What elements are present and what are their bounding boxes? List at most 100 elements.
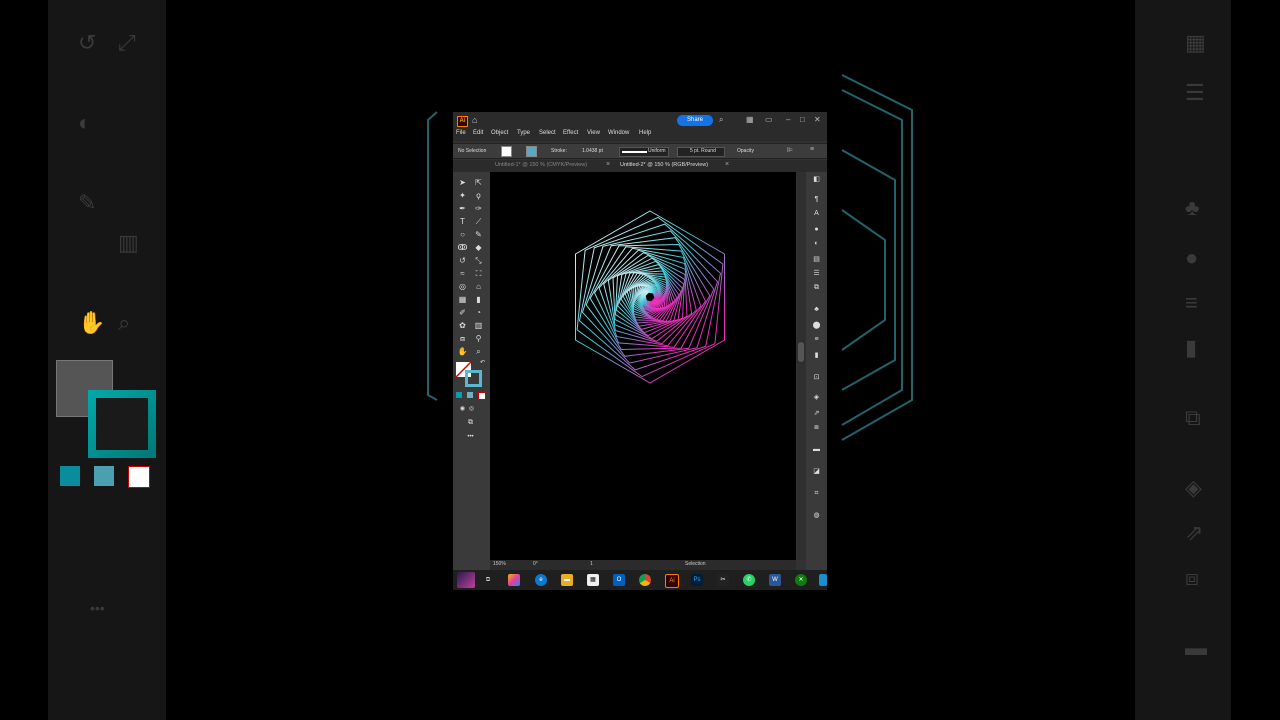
zoom-tool-icon[interactable]: ⌕ bbox=[473, 346, 484, 357]
brush-definition[interactable]: 5 pt. Round bbox=[677, 147, 725, 157]
edit-toolbar-icon[interactable]: ••• bbox=[465, 432, 476, 443]
links-icon[interactable]: ◪ bbox=[811, 466, 822, 477]
capcut-icon[interactable]: ✂ bbox=[717, 574, 729, 586]
line-tool-icon[interactable]: ⟋ bbox=[473, 216, 484, 227]
color-icon[interactable]: ● bbox=[811, 224, 822, 235]
none-mode-button[interactable] bbox=[478, 392, 486, 400]
layers-icon[interactable]: ◈ bbox=[811, 392, 822, 403]
curvature-tool-icon[interactable]: ✑ bbox=[473, 203, 484, 214]
lasso-icon[interactable]: ϙ bbox=[473, 190, 484, 201]
xbox-icon[interactable]: ✕ bbox=[795, 574, 807, 586]
stroke-panel-icon[interactable]: ≡ bbox=[811, 334, 822, 345]
transform-icon[interactable]: ⊡ bbox=[811, 372, 822, 383]
photoshop-icon[interactable]: Ps bbox=[691, 574, 703, 586]
type-tool-icon[interactable]: T bbox=[457, 216, 468, 227]
close-icon[interactable]: ✕ bbox=[814, 115, 821, 124]
width-tool-icon[interactable]: ≈ bbox=[457, 268, 468, 279]
swap-colors-icon[interactable]: ↶ bbox=[477, 358, 488, 369]
pen-tool-icon[interactable]: ✒ bbox=[457, 203, 468, 214]
edge-icon[interactable]: e bbox=[535, 574, 547, 586]
stroke-weight-field[interactable]: 1.0438 pt bbox=[582, 148, 603, 154]
overflow-app-icon[interactable] bbox=[819, 574, 827, 586]
search-icon[interactable]: ⌕ bbox=[719, 115, 723, 125]
eyedropper-icon[interactable]: ✐ bbox=[457, 307, 468, 318]
shaper-tool-icon[interactable]: ↂ bbox=[457, 242, 468, 253]
scale-tool-icon[interactable]: ⤡ bbox=[473, 255, 484, 266]
menu-effect[interactable]: Effect bbox=[563, 130, 578, 136]
comments-icon[interactable]: ▬ bbox=[811, 444, 822, 455]
word-icon[interactable]: W bbox=[769, 574, 781, 586]
fill-color-button[interactable] bbox=[501, 146, 512, 157]
rotate-tool-icon[interactable]: ↺ bbox=[457, 255, 468, 266]
libraries-icon[interactable]: ⌗ bbox=[811, 488, 822, 499]
artboard-number[interactable]: 1 bbox=[590, 561, 593, 567]
rotation-value[interactable]: 0° bbox=[533, 561, 538, 567]
menu-object[interactable]: Object bbox=[491, 130, 508, 136]
arrange-documents-icon[interactable]: ▦ bbox=[746, 115, 754, 124]
appearance-icon[interactable]: ⬤ bbox=[811, 320, 822, 331]
ellipse-tool-icon[interactable]: ○ bbox=[457, 229, 468, 240]
tab-untitled-1[interactable]: Untitled-1* @ 150 % (CMYK/Preview) bbox=[495, 162, 587, 168]
direct-selection-tool-icon[interactable]: ⇱ bbox=[473, 177, 484, 188]
task-view-icon[interactable]: ⧉ bbox=[482, 574, 494, 586]
color-mode-button[interactable] bbox=[456, 392, 462, 398]
opacity-label[interactable]: Opacity bbox=[737, 148, 754, 154]
mesh-tool-icon[interactable]: ▦ bbox=[457, 294, 468, 305]
image-trace-icon[interactable]: ◍ bbox=[811, 510, 822, 521]
copilot-icon[interactable] bbox=[508, 574, 520, 586]
symbols-icon[interactable]: ♣ bbox=[811, 304, 822, 315]
artboard-tool-icon[interactable]: ⧈ bbox=[457, 333, 468, 344]
free-transform-icon[interactable]: ⛶ bbox=[473, 268, 484, 279]
whatsapp-icon[interactable]: ✆ bbox=[743, 574, 755, 586]
artboards-panel-icon[interactable]: ⧈ bbox=[811, 422, 822, 433]
maximize-icon[interactable]: □ bbox=[800, 115, 805, 124]
menu-help[interactable]: Help bbox=[639, 130, 651, 136]
eraser-icon[interactable]: ◆ bbox=[473, 242, 484, 253]
menu-select[interactable]: Select bbox=[539, 130, 556, 136]
scroll-thumb[interactable] bbox=[798, 342, 804, 362]
spiral-hexagon-artwork[interactable] bbox=[490, 172, 796, 560]
transparency-icon[interactable]: ◐ bbox=[811, 238, 822, 249]
character-icon[interactable]: A bbox=[811, 208, 822, 219]
artboard-canvas[interactable] bbox=[490, 172, 796, 560]
illustrator-taskbar-icon[interactable]: Ai bbox=[665, 574, 679, 588]
menu-type[interactable]: Type bbox=[517, 130, 530, 136]
home-icon[interactable]: ⌂ bbox=[472, 115, 477, 125]
file-explorer-icon[interactable]: ▬ bbox=[561, 574, 573, 586]
asset-export-icon[interactable]: ⇗ bbox=[811, 408, 822, 419]
outlook-icon[interactable]: O bbox=[613, 574, 625, 586]
paintbrush-icon[interactable]: ✎ bbox=[473, 229, 484, 240]
close-tab-icon[interactable]: × bbox=[606, 161, 610, 168]
magic-wand-icon[interactable]: ✦ bbox=[457, 190, 468, 201]
stroke-color-button[interactable] bbox=[526, 146, 537, 157]
menu-view[interactable]: View bbox=[587, 130, 600, 136]
column-graph-icon[interactable]: ▥ bbox=[473, 320, 484, 331]
selection-tool-icon[interactable]: ➤ bbox=[457, 177, 468, 188]
chrome-icon[interactable] bbox=[639, 574, 651, 586]
gradient-tool-icon[interactable]: ▮ bbox=[473, 294, 484, 305]
menu-file[interactable]: File bbox=[456, 130, 466, 136]
screen-mode-icon[interactable]: ⧉ bbox=[465, 417, 476, 428]
store-icon[interactable]: ▦ bbox=[587, 574, 599, 586]
minimize-icon[interactable]: – bbox=[786, 115, 790, 124]
variable-width-profile[interactable]: Uniform bbox=[619, 147, 669, 157]
properties-icon[interactable]: ◧ bbox=[811, 174, 822, 185]
gradient-mode-button[interactable] bbox=[467, 392, 473, 398]
align-icon[interactable]: ⊫ bbox=[787, 146, 793, 154]
hand-tool-icon[interactable]: ✋ bbox=[457, 346, 468, 357]
slice-tool-icon[interactable]: ⚲ bbox=[473, 333, 484, 344]
tab-untitled-2[interactable]: Untitled-2* @ 150 % (RGB/Preview) bbox=[620, 162, 708, 168]
stroke-swatch[interactable] bbox=[465, 370, 482, 387]
panel-menu-icon[interactable]: ≡ bbox=[810, 146, 814, 153]
pathfinder-icon[interactable]: ⧉ bbox=[811, 282, 822, 293]
workspace-icon[interactable]: ▭ bbox=[765, 115, 773, 124]
align-panel-icon[interactable]: ☰ bbox=[811, 268, 822, 279]
wallpaper-thumbnail[interactable] bbox=[457, 572, 475, 588]
vertical-scrollbar[interactable] bbox=[796, 172, 806, 560]
paragraph-icon[interactable]: ¶ bbox=[811, 194, 822, 205]
gradient-panel-icon[interactable]: ▮ bbox=[811, 350, 822, 361]
share-button[interactable]: Share bbox=[677, 115, 713, 126]
draw-behind-icon[interactable]: ◎ bbox=[466, 404, 477, 415]
blend-tool-icon[interactable]: ◔ bbox=[473, 307, 484, 318]
zoom-level[interactable]: 150% bbox=[493, 561, 506, 567]
